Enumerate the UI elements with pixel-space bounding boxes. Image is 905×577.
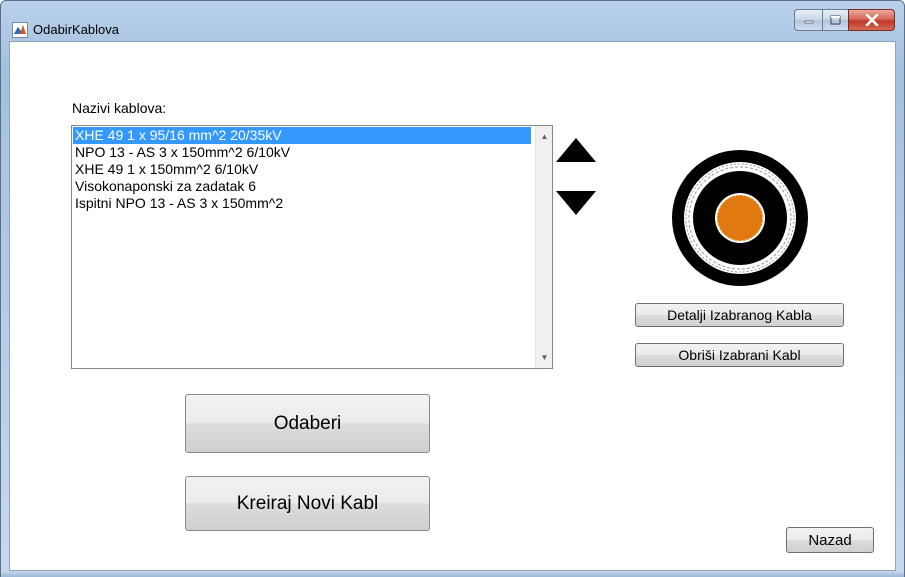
triangle-down-icon[interactable]: [556, 191, 596, 215]
cable-list-items: XHE 49 1 x 95/16 mm^2 20/35kV NPO 13 - A…: [73, 127, 531, 212]
list-scrollbar[interactable]: ▲ ▼: [535, 126, 552, 368]
close-button[interactable]: [848, 9, 895, 31]
maximize-icon: [830, 15, 841, 25]
client-area: Nazivi kablova: XHE 49 1 x 95/16 mm^2 20…: [9, 41, 896, 571]
minimize-icon: [804, 20, 813, 24]
cable-details-button[interactable]: Detalji Izabranog Kabla: [635, 303, 844, 327]
list-item[interactable]: Visokonaponski za zadatak 6: [73, 178, 531, 195]
app-window: OdabirKablova Nazivi kablova: XHE 49 1 x…: [0, 0, 905, 577]
caption-buttons: [794, 9, 895, 31]
list-item[interactable]: XHE 49 1 x 95/16 mm^2 20/35kV: [73, 127, 531, 144]
window-title: OdabirKablova: [33, 22, 119, 37]
list-item[interactable]: NPO 13 - AS 3 x 150mm^2 6/10kV: [73, 144, 531, 161]
delete-cable-button[interactable]: Obriši Izabrani Kabl: [635, 343, 844, 367]
select-button[interactable]: Odaberi: [185, 394, 430, 453]
close-icon: [865, 14, 878, 26]
minimize-button[interactable]: [794, 9, 822, 31]
cable-listbox[interactable]: XHE 49 1 x 95/16 mm^2 20/35kV NPO 13 - A…: [71, 125, 553, 369]
title-bar[interactable]: OdabirKablova: [1, 1, 904, 41]
cable-cross-section-icon: [672, 150, 808, 286]
back-button[interactable]: Nazad: [786, 527, 874, 553]
list-item[interactable]: XHE 49 1 x 150mm^2 6/10kV: [73, 161, 531, 178]
list-item[interactable]: Ispitni NPO 13 - AS 3 x 150mm^2: [73, 195, 531, 212]
scroll-down-icon[interactable]: ▼: [536, 349, 553, 366]
matlab-icon: [12, 22, 28, 38]
window-bottom-border: [1, 571, 904, 577]
create-cable-button[interactable]: Kreiraj Novi Kabl: [185, 476, 430, 531]
scroll-up-icon[interactable]: ▲: [536, 128, 553, 145]
cable-list-label: Nazivi kablova:: [72, 100, 167, 116]
triangle-up-icon[interactable]: [556, 138, 596, 162]
maximize-button[interactable]: [822, 9, 848, 31]
